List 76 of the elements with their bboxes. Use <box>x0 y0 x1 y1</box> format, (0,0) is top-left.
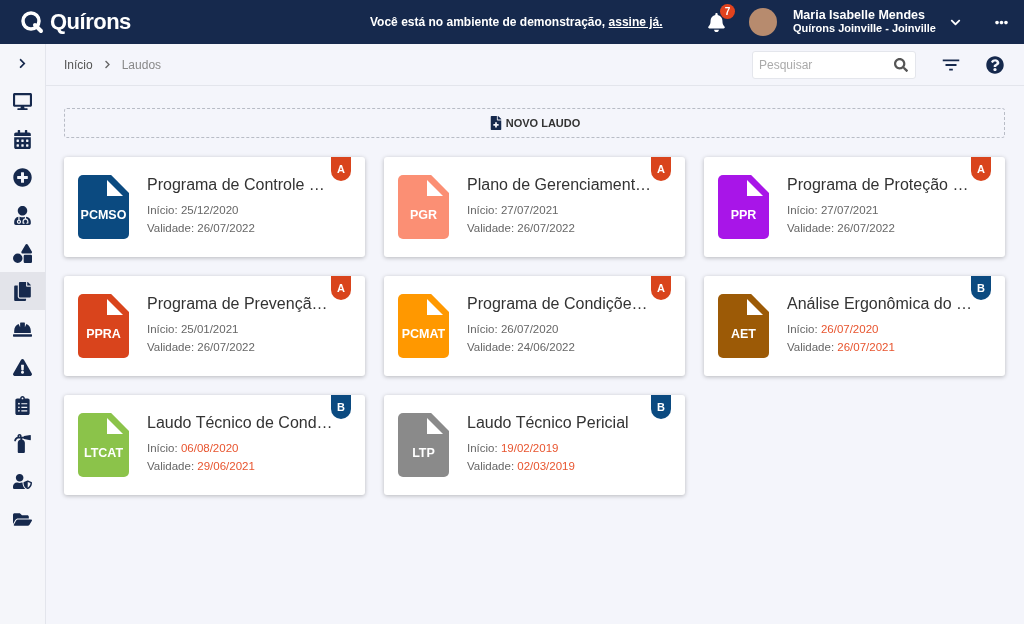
grade-ribbon: A <box>971 157 991 181</box>
sidebar-item[interactable] <box>0 272 45 310</box>
file-plus-icon <box>488 116 503 130</box>
report-title: Laudo Técnico Pericial <box>467 414 629 432</box>
report-title: Programa de Controle … <box>147 176 325 194</box>
validity-date: Validade: 26/07/2022 <box>147 341 256 353</box>
grade-ribbon: B <box>971 276 991 300</box>
grade-ribbon: A <box>331 276 351 300</box>
fire-extinguisher-icon <box>13 433 32 453</box>
report-card[interactable]: PGR Plano de Gerenciament… Início: 27/07/2021 Validade: 26/07/2022 A <box>384 157 685 257</box>
report-card[interactable]: PCMAT Programa de Condiçõe… Início: 26/07/2020 Validade: 24/06/2022 A <box>384 276 685 376</box>
report-title: Laudo Técnico de Cond… <box>147 414 333 432</box>
hard-hat-icon <box>13 319 32 339</box>
validity-date: Validade: 26/07/2022 <box>147 222 256 234</box>
doctor-icon <box>13 205 32 225</box>
validity-date: Validade: 26/07/2022 <box>787 222 896 234</box>
report-card[interactable]: PPR Programa de Proteção … Início: 27/07/2021 Validade: 26/07/2022 A <box>704 157 1005 257</box>
demo-notice: Você está no ambiente de demonstração, assine já. <box>370 15 664 29</box>
help-icon[interactable] <box>986 55 1004 74</box>
start-date: Início: 25/12/2020 <box>147 204 240 216</box>
new-report-button[interactable]: NOVO LAUDO <box>64 108 1005 138</box>
report-card[interactable]: PCMSO Programa de Controle … Início: 25/12/2020 Validade: 26/07/2022 A <box>64 157 365 257</box>
validity-date: Validade: 26/07/2022 <box>467 222 576 234</box>
validity-date: Validade: 24/06/2022 <box>467 341 576 353</box>
file-type-label: PCMSO <box>78 175 129 239</box>
validity-date: Validade: 02/03/2019 <box>467 460 576 472</box>
shapes-icon <box>13 243 32 263</box>
warning-icon <box>13 357 32 377</box>
grade-ribbon: A <box>331 157 351 181</box>
file-type-label: PCMAT <box>398 294 449 358</box>
user-shield-icon <box>13 471 32 491</box>
start-date: Início: 26/07/2020 <box>467 323 560 335</box>
grade-ribbon: B <box>331 395 351 419</box>
report-title: Plano de Gerenciament… <box>467 176 652 194</box>
search-icon[interactable] <box>894 57 908 72</box>
documents-icon <box>13 281 32 301</box>
user-unit: Quírons Joinville - Joinville <box>792 22 936 35</box>
file-type-label: PGR <box>398 175 449 239</box>
file-type-label: PPRA <box>78 294 129 358</box>
report-card[interactable]: LTCAT Laudo Técnico de Cond… Início: 06/08/2020 Validade: 29/06/2021 B <box>64 395 365 495</box>
search-field[interactable]: Pesquisar <box>752 50 916 79</box>
report-title: Análise Ergonômica do … <box>787 295 972 313</box>
bell-icon[interactable] <box>706 12 726 32</box>
grade-ribbon: A <box>651 276 671 300</box>
notification-count: 7 <box>719 4 735 19</box>
start-date: Início: 06/08/2020 <box>147 442 240 454</box>
clipboard-icon <box>13 395 32 415</box>
logo-icon <box>20 10 44 34</box>
start-date: Início: 25/01/2021 <box>147 323 240 335</box>
file-type-label: LTCAT <box>78 413 129 477</box>
brand-name: Quírons <box>50 9 131 35</box>
report-title: Programa de Proteção … <box>787 176 969 194</box>
report-card[interactable]: AET Análise Ergonômica do … Início: 26/07/2020 Validade: 26/07/2021 B <box>704 276 1005 376</box>
breadcrumb-link[interactable]: Início <box>64 57 93 72</box>
subscribe-link[interactable]: assine já. <box>608 15 663 29</box>
report-card[interactable]: PPRA Programa de Prevençã… Início: 25/01/2021 Validade: 26/07/2022 A <box>64 276 365 376</box>
start-date: Início: 27/07/2021 <box>467 204 560 216</box>
report-title: Programa de Condiçõe… <box>467 295 648 313</box>
report-title: Programa de Prevençã… <box>147 295 328 313</box>
start-date: Início: 19/02/2019 <box>467 442 560 454</box>
grade-ribbon: A <box>651 157 671 181</box>
report-card[interactable]: LTP Laudo Técnico Pericial Início: 19/02/2019 Validade: 02/03/2019 B <box>384 395 685 495</box>
validity-date: Validade: 29/06/2021 <box>147 460 256 472</box>
chevron-right-icon <box>17 57 28 69</box>
user-name: Maria Isabelle Mendes <box>792 9 926 22</box>
validity-date: Validade: 26/07/2021 <box>787 341 896 353</box>
start-date: Início: 26/07/2020 <box>787 323 880 335</box>
avatar <box>748 8 777 36</box>
file-type-label: LTP <box>398 413 449 477</box>
file-type-label: PPR <box>718 175 769 239</box>
start-date: Início: 27/07/2021 <box>787 204 880 216</box>
desktop-icon <box>13 91 32 111</box>
file-type-label: AET <box>718 294 769 358</box>
calendar-icon <box>13 129 32 149</box>
chevron-right-icon <box>102 60 112 69</box>
grade-ribbon: B <box>651 395 671 419</box>
